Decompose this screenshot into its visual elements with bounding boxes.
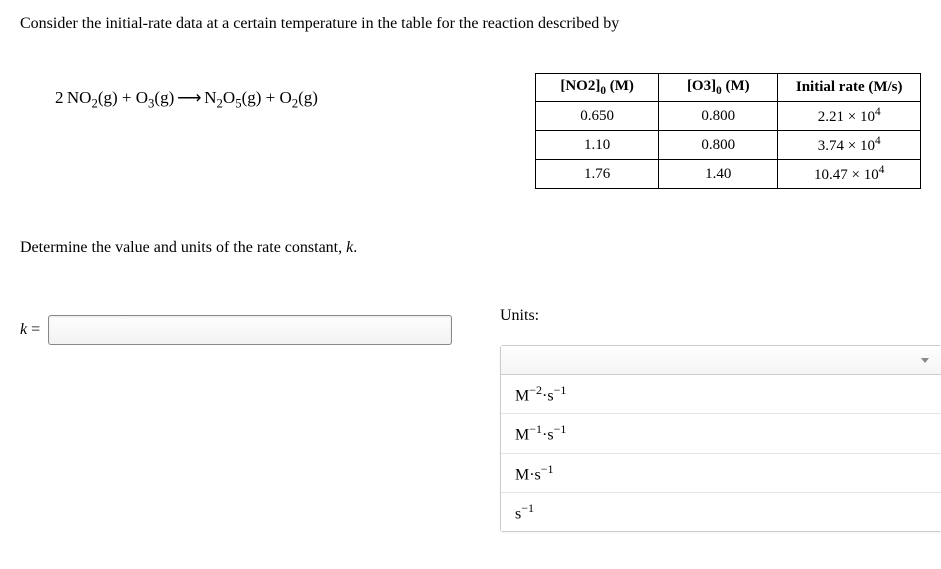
k-label: k = xyxy=(20,321,40,339)
units-dropdown[interactable]: M−2·s−1 M−1·s−1 M·s−1 s−1 xyxy=(500,345,941,532)
chevron-down-icon xyxy=(921,358,929,363)
table-row: 1.76 1.40 10.47 × 104 xyxy=(536,160,921,189)
table-header-o3: [O3]0 (M) xyxy=(659,74,778,102)
units-option[interactable]: M·s−1 xyxy=(501,454,941,493)
table-header-no2: [NO2]0 (M) xyxy=(536,74,659,102)
initial-rate-table: [NO2]0 (M) [O3]0 (M) Initial rate (M/s) … xyxy=(535,73,921,189)
question-text: Determine the value and units of the rat… xyxy=(20,239,921,257)
table-header-rate: Initial rate (M/s) xyxy=(778,74,921,102)
table-row: 0.650 0.800 2.21 × 104 xyxy=(536,102,921,131)
units-label: Units: xyxy=(500,307,941,325)
table-row: 1.10 0.800 3.74 × 104 xyxy=(536,131,921,160)
k-value-input[interactable] xyxy=(48,315,452,345)
units-option[interactable]: s−1 xyxy=(501,493,941,531)
units-option[interactable]: M−1·s−1 xyxy=(501,414,941,453)
intro-text: Consider the initial-rate data at a cert… xyxy=(20,15,921,33)
reaction-equation: 2 NO2(g) + O3(g) ⟶ N2O5(g) + O2(g) xyxy=(20,73,535,111)
units-dropdown-selected[interactable] xyxy=(501,346,941,375)
units-option[interactable]: M−2·s−1 xyxy=(501,375,941,414)
